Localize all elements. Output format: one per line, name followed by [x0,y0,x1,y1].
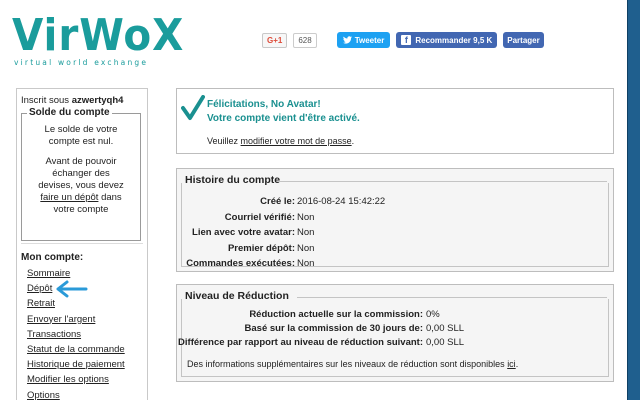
checkmark-icon [181,95,205,120]
history-title: Histoire du compte [185,174,281,186]
sidebar-item-send-money[interactable]: Envoyer l'argent [27,312,125,327]
history-value: 2016-08-24 15:42:22 [297,196,386,207]
history-label: Créé le: [260,196,295,207]
balance-text-6-suffix: dans [101,192,122,203]
my-account-title: Mon compte: [21,252,84,263]
sidebar-item-edit-options[interactable]: Modifier les options [27,372,125,387]
reduction-label: Basé sur la commission de 30 jours de: [244,323,423,334]
sidebar: Inscrit sous azwertyqh4 Solde du compte … [16,88,148,400]
social-bar: G+1 628 Tweeter f Recommander 9,5 K Part… [262,32,544,48]
username: azwertyqh4 [71,95,124,106]
account-history-panel: Histoire du compte Créé le: 2016-08-24 1… [176,168,614,272]
balance-text-6: faire un dépôt dans [26,192,136,205]
change-password-note: Veuillez modifier votre mot de passe. [207,136,354,146]
reduction-title-rule [297,297,607,298]
sidebar-item-options[interactable]: Options [27,388,125,400]
history-label: Commandes exécutées: [186,258,295,269]
reduction-label: Différence par rapport au niveau de rédu… [178,337,423,348]
balance-text-5: devises, vous devez [38,180,124,191]
discount-level-panel: Niveau de Réduction Réduction actuelle s… [176,284,614,382]
history-row: Courriel vérifié: Non [177,212,613,226]
logo-tagline: virtual world exchange [14,58,149,67]
history-value: Non [297,212,315,223]
history-row: Commandes exécutées: Non [177,258,613,272]
history-value: Non [297,227,315,238]
sidebar-item-payment-history[interactable]: Historique de paiement [27,357,125,372]
history-label: Premier dépôt: [227,243,295,254]
page: VirWoX virtual world exchange G+1 628 Tw… [0,0,628,400]
note-suffix: . [351,136,355,146]
balance-text-7: votre compte [53,204,109,215]
activation-message: Félicitations, No Avatar! Votre compte v… [176,88,614,154]
gplus-button[interactable]: G+1 [262,32,288,48]
reduction-row: Différence par rapport au niveau de rédu… [177,337,613,351]
reduction-label: Réduction actuelle sur la commission: [249,309,423,320]
balance-text-2: compte est nul. [48,136,114,147]
signed-in-info: Inscrit sous azwertyqh4 [21,95,123,106]
balance-text-1: Le solde de votre [44,124,118,135]
reduction-row: Réduction actuelle sur la commission: 0% [177,309,613,323]
account-balance-box: Solde du compte Le solde de votre compte… [21,107,141,241]
virwox-logo[interactable]: VirWoX virtual world exchange [12,10,185,68]
sidebar-item-summary[interactable]: Sommaire [27,266,125,281]
logo-wordmark: VirWoX [12,10,185,61]
history-label: Lien avec votre avatar: [192,227,295,238]
history-value: Non [297,258,315,269]
facebook-like-label: Recommander 9,5 K [415,35,493,45]
facebook-like-button[interactable]: f Recommander 9,5 K [396,32,498,48]
balance-text-4: échanger des [52,168,110,179]
welcome-subtitle: Votre compte vient d'être activé. [207,113,360,124]
make-deposit-link[interactable]: faire un dépôt [40,192,98,203]
reduction-title: Niveau de Réduction [185,290,289,302]
reduction-footer-text: Des informations supplémentaires sur les… [187,359,505,369]
history-value: Non [297,243,315,254]
twitter-bird-icon [342,36,352,44]
note-prefix: Veuillez [207,136,239,146]
tweet-button[interactable]: Tweeter [336,32,391,48]
welcome-title: Félicitations, No Avatar! [207,99,321,110]
sidebar-divider [21,243,143,244]
change-password-link[interactable]: modifier votre mot de passe [241,136,352,146]
facebook-share-button[interactable]: Partager [503,32,544,48]
history-label: Courriel vérifié: [224,212,295,223]
reduction-value: 0,00 SLL [426,323,465,334]
reduction-value: 0% [426,309,440,320]
reduction-info-link[interactable]: ici [507,359,516,369]
reduction-value: 0,00 SLL [426,337,465,348]
balance-text-3: Avant de pouvoir [45,156,117,167]
arrow-left-icon [56,280,88,298]
sidebar-item-withdraw[interactable]: Retrait [27,296,125,311]
history-row: Lien avec votre avatar: Non [177,227,613,241]
signed-in-prefix: Inscrit sous [21,95,70,106]
sidebar-item-order-status[interactable]: Statut de la commande [27,342,125,357]
reduction-footer: Des informations supplémentaires sur les… [187,359,518,369]
sidebar-item-transactions[interactable]: Transactions [27,327,125,342]
history-title-rule [277,181,607,182]
history-row: Créé le: 2016-08-24 15:42:22 [177,196,613,210]
reduction-footer-suffix: . [515,359,519,369]
gplus-count: 628 [293,32,317,48]
facebook-icon: f [401,35,412,45]
tweet-label: Tweeter [354,35,385,45]
reduction-row: Basé sur la commission de 30 jours de: 0… [177,323,613,337]
history-row: Premier dépôt: Non [177,243,613,257]
balance-title: Solde du compte [27,107,112,118]
